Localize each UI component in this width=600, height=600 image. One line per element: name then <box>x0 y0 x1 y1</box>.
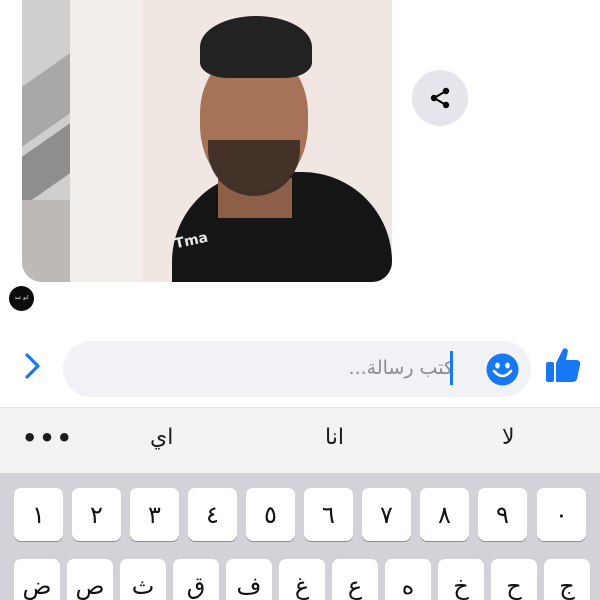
key-ain[interactable]: ع <box>332 559 378 600</box>
key-jim[interactable]: ج <box>544 559 590 600</box>
share-icon <box>430 87 450 109</box>
key-fa[interactable]: ف <box>226 559 272 600</box>
smiley-icon <box>486 353 519 386</box>
message-placeholder: كتب رسالة... <box>348 357 453 379</box>
photo-message[interactable]: Tma <box>22 0 392 282</box>
key-8[interactable]: ٨ <box>420 488 469 541</box>
key-9[interactable]: ٩ <box>478 488 527 541</box>
suggestion-2[interactable]: انا <box>325 425 344 450</box>
key-5[interactable]: ٥ <box>246 488 295 541</box>
like-button[interactable] <box>545 346 581 384</box>
photo-floor <box>22 200 70 282</box>
key-dad[interactable]: ض <box>14 559 60 600</box>
thumbs-up-icon <box>546 348 581 382</box>
text-cursor <box>450 351 453 385</box>
suggestion-1[interactable]: لا <box>502 425 515 450</box>
suggestion-3[interactable]: اي <box>150 425 173 450</box>
chevron-right-icon <box>25 353 40 379</box>
key-2[interactable]: ٢ <box>72 488 121 541</box>
share-button[interactable] <box>412 70 468 126</box>
key-6[interactable]: ٦ <box>304 488 353 541</box>
message-input[interactable]: كتب رسالة... <box>63 341 531 397</box>
more-suggestions-button[interactable]: ••• <box>22 424 74 452</box>
photo-shirt-print: Tma <box>173 229 210 253</box>
key-sad[interactable]: ص <box>67 559 113 600</box>
emoji-button[interactable] <box>486 353 519 386</box>
key-4[interactable]: ٤ <box>188 488 237 541</box>
expand-button[interactable] <box>18 348 48 384</box>
key-0[interactable]: ٠ <box>537 488 586 541</box>
key-tha[interactable]: ث <box>120 559 166 600</box>
key-hha[interactable]: ح <box>491 559 537 600</box>
key-kha[interactable]: خ <box>438 559 484 600</box>
keyboard: ١ ٢ ٣ ٤ ٥ ٦ ٧ ٨ ٩ ٠ ض ص ث ق ف غ ع ه خ ح … <box>0 473 600 600</box>
key-ghain[interactable]: غ <box>279 559 325 600</box>
key-ha[interactable]: ه <box>385 559 431 600</box>
key-qaf[interactable]: ق <box>173 559 219 600</box>
sender-avatar[interactable]: ابو عيد <box>9 286 34 311</box>
key-7[interactable]: ٧ <box>362 488 411 541</box>
photo-pillar <box>70 0 142 282</box>
key-1[interactable]: ١ <box>14 488 63 541</box>
photo-hair <box>200 16 312 78</box>
key-3[interactable]: ٣ <box>130 488 179 541</box>
